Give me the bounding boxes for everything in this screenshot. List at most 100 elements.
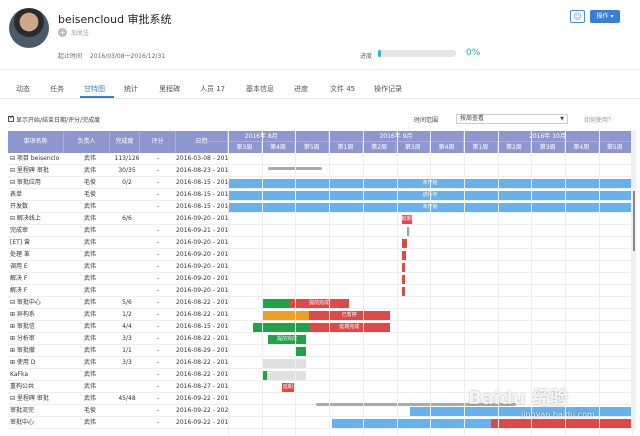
task-owner: 武伟 (83, 155, 96, 162)
task-completion (114, 189, 140, 201)
gantt-bar[interactable] (332, 418, 491, 428)
column-header-2[interactable]: 完成度 (110, 131, 140, 153)
task-completion (114, 381, 140, 393)
gantt-bar[interactable] (401, 274, 405, 284)
column-header-0[interactable]: 事项名称 (8, 131, 64, 153)
task-name: ⊞ 分析审 (10, 335, 35, 342)
task-name: ⊟ 解决线上 (10, 215, 41, 222)
gantt-bar[interactable]: 延期 (401, 214, 412, 224)
week-header-10: 第4周 (565, 142, 599, 153)
operate-button[interactable]: 操作 ▾ (590, 10, 620, 23)
gantt-bar[interactable] (401, 238, 407, 248)
task-owner: 毛俊 (83, 179, 96, 186)
person-icon[interactable]: ☺ (570, 10, 585, 23)
chevron-down-icon: ▼ (560, 116, 564, 122)
week-header-8: 第2周 (498, 142, 532, 153)
task-date: 2016-09-20 - 2016 (176, 287, 228, 294)
help-link[interactable]: 如何使用？ (584, 115, 614, 124)
task-score: - (156, 323, 160, 330)
gantt-bar[interactable] (265, 358, 306, 368)
task-date: 2016-09-22 - 2020 (176, 407, 228, 414)
table-row[interactable]: ⊞ 分析审 武伟 3/3 - 2016-08-22 - 2016 (8, 333, 632, 345)
task-score: - (156, 227, 160, 234)
follow-label: 加关注 (71, 30, 90, 37)
task-name: ⊞ 异构系 (10, 311, 35, 318)
task-name: 处理 革 (10, 251, 30, 258)
task-name: ⊟ 里程碑 审批 (10, 167, 49, 174)
task-score: - (156, 191, 160, 198)
task-owner: 武伟 (83, 395, 96, 402)
task-score (140, 213, 176, 225)
tab-7[interactable]: 进度 (294, 84, 308, 94)
gantt-bar[interactable] (295, 346, 306, 356)
gantt-bar[interactable]: 提前完成 (288, 298, 350, 308)
baidu-watermark: Baidu 经验 (468, 388, 569, 409)
time-range-select[interactable]: 按周查看 ▼ (456, 114, 568, 124)
task-score: - (156, 371, 160, 378)
task-owner: 武伟 (83, 347, 96, 354)
task-score: - (156, 203, 160, 210)
tab-3[interactable]: 统计 (124, 84, 138, 94)
gantt-bar[interactable] (401, 262, 405, 272)
task-score: - (156, 335, 160, 342)
table-row[interactable]: ⊞ 使用 D 武伟 3/3 - 2016-08-22 - 2016 (8, 357, 632, 369)
follow-button[interactable]: + 加关注 (58, 28, 89, 37)
task-owner: 武伟 (83, 215, 96, 222)
task-name: ⊞ 审批信 (10, 323, 35, 330)
gantt-bar[interactable] (261, 298, 289, 308)
task-completion: 45/48 (118, 395, 136, 402)
tab-2[interactable]: 甘特图 (84, 84, 105, 94)
tab-9[interactable]: 操作记录 (374, 84, 402, 94)
gantt-bar[interactable]: 提前完成 (268, 334, 306, 344)
gantt-bar[interactable] (401, 250, 406, 260)
gantt-bar[interactable]: 延期 (281, 382, 294, 392)
table-row[interactable]: 解决 F 武伟 - 2016-09-20 - 2016 (8, 285, 632, 297)
table-row[interactable]: 处理 革 武伟 - 2016-09-20 - 2016 (8, 249, 632, 261)
month-header-2: 2016年 10月 (463, 131, 632, 142)
project-dates: 起止时间 2016/03/08一2016/12/31 (58, 51, 165, 60)
task-completion (114, 405, 140, 417)
gantt-bar[interactable] (266, 370, 306, 380)
task-date: 2016-08-15 - 2016 (176, 191, 228, 198)
progress-label: 进度 (360, 53, 373, 60)
task-date: 2016-03-08 - 2016 (176, 155, 228, 162)
task-owner: 武伟 (83, 239, 96, 246)
tab-6[interactable]: 基本信息 (246, 84, 274, 94)
task-owner: 武伟 (83, 323, 96, 330)
table-row[interactable]: ⊞ 审批撤 武伟 1/1 - 2016-08-29 - 2016 (8, 345, 632, 357)
gantt-bar[interactable] (401, 286, 405, 296)
gantt-bar[interactable] (406, 226, 410, 236)
task-owner: 武伟 (83, 383, 96, 390)
table-row[interactable]: KaFka 武伟 - 2016-08-22 - 2016 (8, 369, 632, 381)
tab-8[interactable]: 文件 45 (330, 84, 355, 94)
gantt-bar[interactable] (261, 310, 309, 320)
gantt-table-header: 事项名称 负责人 完成度 评分 日期 2016年 8月 2016年 9月 2016年 10月第… (8, 131, 632, 153)
column-header-3[interactable]: 评分 (140, 131, 176, 153)
table-row[interactable]: 解决 F 武伟 - 2016-09-20 - 2016 (8, 273, 632, 285)
gantt-grid-line (228, 131, 229, 436)
task-date: 2016-08-15 - 2016 (176, 203, 228, 210)
task-name: ⊞ 使用 D (10, 359, 36, 366)
table-row[interactable]: 调用 E 武伟 - 2016-09-20 - 2016 (8, 261, 632, 273)
task-name: 重构公共 (10, 383, 35, 390)
task-completion (114, 417, 140, 429)
table-row[interactable]: 完成审 武伟 - 2016-09-21 - 2016 (8, 225, 632, 237)
task-completion: 0/2 (122, 179, 132, 186)
gantt-grid-line (531, 131, 533, 436)
tab-0[interactable]: 动态 (16, 84, 30, 94)
table-row[interactable]: ⊟ 项目 beisenclo 武伟 113/126 - 2016-03-08 - 201… (8, 153, 632, 165)
gantt-bar[interactable]: 已暂停 (308, 310, 390, 320)
tab-5[interactable]: 人员 17 (200, 84, 225, 94)
table-row[interactable]: ⊟ 解决线上 武伟 6/6 2016-09-20 - 2016 (8, 213, 632, 225)
gantt-bar[interactable]: 延期完成 (308, 322, 390, 332)
task-date: 2016-08-22 - 2016 (176, 335, 228, 342)
gantt-grid-line (598, 131, 600, 436)
task-completion: 5/6 (122, 299, 132, 306)
table-row[interactable]: [ET] 曾 武伟 - 2016-09-20 - 2016 (8, 237, 632, 249)
tab-4[interactable]: 里程碑 (159, 84, 180, 94)
gantt-bar[interactable] (490, 418, 632, 428)
progress-fill (378, 50, 381, 57)
column-header-1[interactable]: 负责人 (64, 131, 110, 153)
tab-1[interactable]: 任务 (50, 84, 64, 94)
show-dates-checkbox[interactable] (8, 114, 14, 122)
